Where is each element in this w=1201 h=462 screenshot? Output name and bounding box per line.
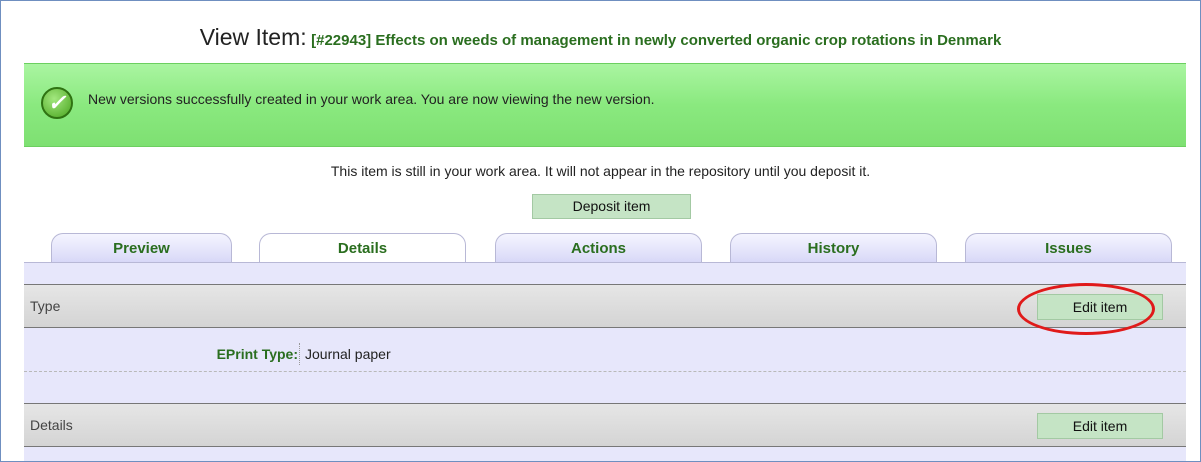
section-title: Details	[30, 417, 73, 433]
tab-actions[interactable]: Actions	[495, 233, 702, 263]
field-divider	[299, 343, 300, 365]
work-area-notice: This item is still in your work area. It…	[330, 163, 871, 179]
field-value: Journal paper	[305, 346, 391, 362]
section-type-header: Type Edit item	[24, 284, 1186, 328]
tab-issues[interactable]: Issues	[965, 233, 1172, 263]
field-row-eprint-type: EPrint Type: Journal paper	[24, 329, 1186, 372]
page-title: View Item: [#22943] Effects on weeds of …	[1, 1, 1200, 63]
success-banner: ✓ New versions successfully created in y…	[24, 63, 1186, 147]
deposit-item-button[interactable]: Deposit item	[532, 194, 691, 219]
edit-item-button[interactable]: Edit item	[1037, 413, 1163, 439]
section-details-header: Details Edit item	[24, 403, 1186, 447]
success-message: New versions successfully created in you…	[88, 91, 655, 107]
tab-preview[interactable]: Preview	[51, 233, 232, 263]
edit-item-button[interactable]: Edit item	[1037, 294, 1163, 320]
tab-details[interactable]: Details	[259, 233, 466, 264]
check-icon: ✓	[41, 87, 73, 119]
view-item-page: View Item: [#22943] Effects on weeds of …	[0, 0, 1201, 462]
tab-history[interactable]: History	[730, 233, 937, 263]
item-title: [#22943] Effects on weeds of management …	[311, 32, 1002, 49]
field-label: EPrint Type:	[216, 346, 298, 362]
section-title: Type	[30, 298, 61, 314]
page-title-label: View Item:	[199, 24, 307, 50]
